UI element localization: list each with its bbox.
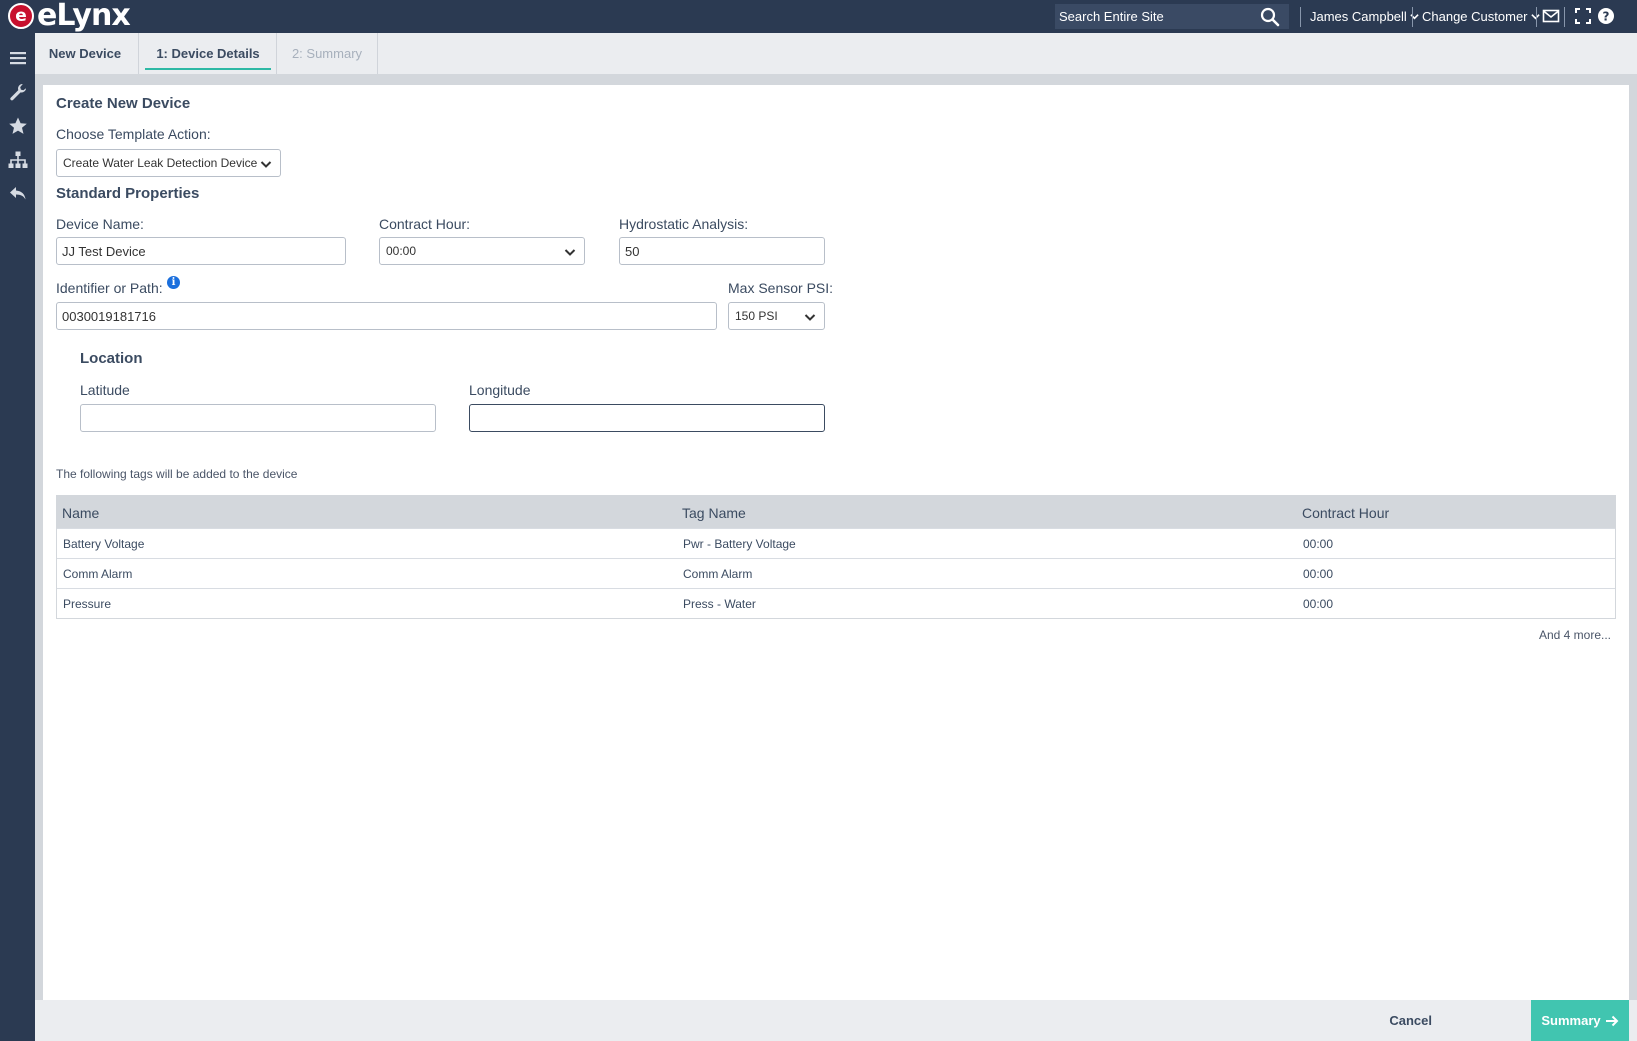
identifier-label: Identifier or Path: bbox=[56, 280, 163, 296]
max-sensor-psi-label: Max Sensor PSI: bbox=[728, 280, 834, 296]
location-title: Location bbox=[80, 350, 143, 367]
fullscreen-icon[interactable] bbox=[1574, 7, 1592, 25]
logo-text: eLynx bbox=[37, 0, 131, 33]
user-menu[interactable]: James Campbell bbox=[1310, 9, 1419, 24]
search-input[interactable] bbox=[1055, 4, 1260, 29]
device-name-input[interactable] bbox=[56, 237, 346, 265]
template-action-select[interactable]: Create Water Leak Detection Device bbox=[56, 149, 281, 177]
header-divider bbox=[1536, 7, 1537, 27]
latitude-label: Latitude bbox=[80, 382, 130, 398]
summary-button-label: Summary bbox=[1541, 1013, 1601, 1028]
table-cell: Comm Alarm bbox=[63, 567, 133, 581]
template-action-value: Create Water Leak Detection Device bbox=[63, 156, 258, 170]
standard-properties-title: Standard Properties bbox=[56, 185, 200, 202]
table-cell: Pressure bbox=[63, 597, 112, 611]
side-nav bbox=[0, 33, 35, 1041]
device-form-panel: Create New Device Choose Template Action… bbox=[43, 85, 1629, 1028]
top-bar: e eLynx James Campbell Change Customer ? bbox=[0, 0, 1637, 33]
svg-text:?: ? bbox=[1603, 10, 1610, 24]
user-name: James Campbell bbox=[1310, 9, 1407, 24]
undo-icon[interactable] bbox=[8, 184, 28, 204]
wrench-icon[interactable] bbox=[8, 82, 28, 102]
star-icon[interactable] bbox=[8, 116, 28, 136]
table-row[interactable]: Battery Voltage Pwr - Battery Voltage 00… bbox=[57, 528, 1615, 558]
chevron-down-icon bbox=[260, 161, 272, 168]
table-cell: 00:00 bbox=[1303, 597, 1334, 611]
table-cell: 00:00 bbox=[1303, 567, 1334, 581]
wizard-tabs: New Device 1: Device Details 2: Summary bbox=[35, 33, 1637, 74]
contract-hour-label: Contract Hour: bbox=[379, 216, 471, 232]
contract-hour-select[interactable]: 00:00 bbox=[379, 237, 585, 265]
wizard-footer: Cancel Summary bbox=[35, 1000, 1637, 1041]
identifier-input[interactable] bbox=[56, 302, 717, 330]
table-row[interactable]: Pressure Press - Water 00:00 bbox=[57, 588, 1615, 618]
tab-new-device[interactable]: New Device bbox=[35, 33, 135, 74]
chevron-down-icon bbox=[564, 249, 576, 256]
tab-summary[interactable]: 2: Summary bbox=[277, 33, 377, 74]
hierarchy-icon[interactable] bbox=[8, 150, 28, 170]
help-icon[interactable]: ? bbox=[1597, 7, 1615, 25]
elynx-logo[interactable]: e eLynx bbox=[8, 0, 131, 33]
main-area: New Device 1: Device Details 2: Summary … bbox=[35, 33, 1637, 1041]
table-cell: Press - Water bbox=[683, 597, 756, 611]
latitude-input[interactable] bbox=[80, 404, 436, 432]
logo-badge-icon: e bbox=[8, 3, 34, 29]
tab-divider bbox=[377, 33, 378, 74]
active-tab-indicator bbox=[145, 68, 271, 70]
header-divider bbox=[1412, 7, 1413, 27]
cancel-button[interactable]: Cancel bbox=[1389, 1013, 1432, 1028]
contract-hour-value: 00:00 bbox=[386, 244, 417, 258]
template-action-label: Choose Template Action: bbox=[56, 126, 211, 142]
table-cell: 00:00 bbox=[1303, 537, 1334, 551]
change-customer-label: Change Customer bbox=[1422, 9, 1528, 24]
summary-button[interactable]: Summary bbox=[1531, 1000, 1629, 1041]
menu-icon[interactable] bbox=[8, 48, 28, 68]
chevron-down-icon bbox=[1530, 14, 1540, 20]
header-divider bbox=[1300, 7, 1301, 27]
site-search bbox=[1055, 4, 1289, 29]
search-icon[interactable] bbox=[1260, 7, 1280, 27]
mail-icon[interactable] bbox=[1542, 7, 1560, 25]
chevron-down-icon bbox=[804, 314, 816, 321]
hydrostatic-analysis-label: Hydrostatic Analysis: bbox=[619, 216, 749, 232]
tags-note: The following tags will be added to the … bbox=[56, 467, 298, 481]
max-sensor-psi-value: 150 PSI bbox=[735, 309, 778, 323]
table-cell: Battery Voltage bbox=[63, 537, 145, 551]
arrow-right-icon bbox=[1605, 1015, 1619, 1026]
tab-divider bbox=[138, 33, 139, 74]
info-icon[interactable]: i bbox=[167, 276, 180, 289]
table-header: Name Tag Name Contract Hour bbox=[57, 496, 1615, 528]
table-cell: Pwr - Battery Voltage bbox=[683, 537, 796, 551]
max-sensor-psi-select[interactable]: 150 PSI bbox=[728, 302, 825, 330]
tags-table: Name Tag Name Contract Hour Battery Volt… bbox=[56, 495, 1616, 619]
device-name-label: Device Name: bbox=[56, 216, 144, 232]
table-cell: Comm Alarm bbox=[683, 567, 753, 581]
header-divider bbox=[1564, 7, 1565, 27]
table-row[interactable]: Comm Alarm Comm Alarm 00:00 bbox=[57, 558, 1615, 588]
hydrostatic-analysis-input[interactable] bbox=[619, 237, 825, 265]
column-header-name[interactable]: Name bbox=[62, 505, 99, 521]
longitude-label: Longitude bbox=[469, 382, 531, 398]
longitude-input[interactable] bbox=[469, 404, 825, 432]
more-tags-label: And 4 more... bbox=[1538, 628, 1611, 642]
column-header-contract-hour[interactable]: Contract Hour bbox=[1302, 505, 1389, 521]
form-title: Create New Device bbox=[56, 95, 191, 112]
column-header-tag-name[interactable]: Tag Name bbox=[682, 505, 746, 521]
change-customer-menu[interactable]: Change Customer bbox=[1422, 9, 1540, 24]
